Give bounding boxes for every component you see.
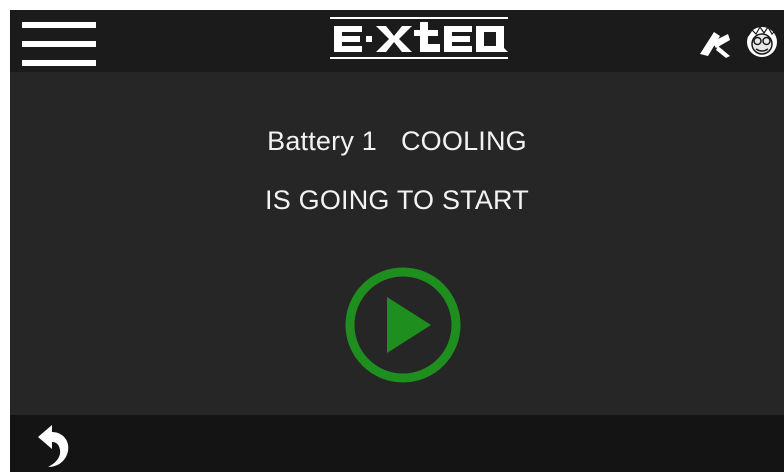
back-arrow-icon[interactable]: [32, 423, 72, 467]
play-icon[interactable]: [343, 265, 463, 385]
header-icons: [700, 25, 779, 58]
battery-label: Battery 1: [267, 126, 377, 156]
bottom-bar: [10, 415, 784, 472]
mode-label: COOLING: [400, 126, 527, 156]
status-message: IS GOING TO START: [265, 185, 529, 215]
device-screen: Battery 1 COOLING IS GOING TO START: [10, 10, 784, 472]
scientist-avatar-icon[interactable]: [747, 25, 779, 57]
technician-tool-icon[interactable]: [700, 32, 730, 58]
battery-status-line: Battery 1 COOLING: [10, 126, 784, 157]
exteq-logo: [330, 17, 508, 59]
hamburger-menu-icon[interactable]: [22, 22, 96, 66]
top-bar: [10, 10, 784, 72]
